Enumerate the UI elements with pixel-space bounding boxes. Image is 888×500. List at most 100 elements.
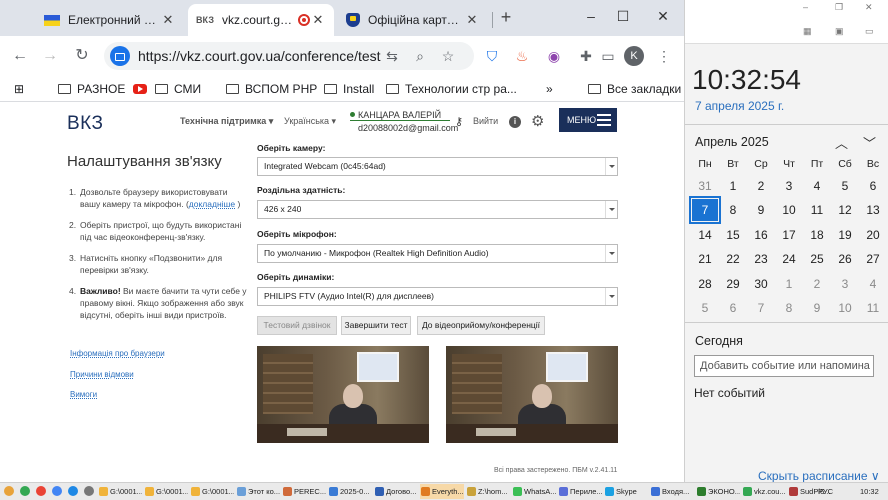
chevron-up-icon[interactable]: ︿ [835,133,848,152]
calendar-day[interactable]: 1 [776,273,802,295]
taskbar-app[interactable]: WhatsA... [512,484,556,499]
bookmark-folder-tech[interactable]: Технологии стр ра... [386,80,517,98]
calendar-day[interactable]: 10 [832,297,858,319]
close-icon[interactable]: ✕ [160,12,176,28]
settings-gears-icon[interactable]: ⚙ [531,112,544,130]
taskbar-app[interactable]: PEREC... [282,484,326,499]
calendar-day[interactable]: 29 [720,273,746,295]
tab-vkz[interactable]: ВКЗ vkz.court.gov.ua ✕ [188,4,334,36]
language-menu[interactable]: Українська ▾ [284,116,336,127]
calendar-day[interactable]: 17 [776,224,802,246]
color-extension-icon[interactable]: ◉ [544,46,564,66]
grid-icon[interactable]: ▦ [803,26,812,37]
taskbar-app[interactable]: Skype [604,484,648,499]
all-bookmarks-folder[interactable]: Все закладки [588,80,681,98]
info-icon[interactable]: i [509,116,521,128]
kebab-menu-icon[interactable]: ⋮ [654,46,674,66]
calendar-day[interactable]: 3 [832,273,858,295]
back-arrow-icon[interactable]: ← [10,46,30,66]
clock-date[interactable]: 7 апреля 2025 г. [695,99,784,113]
user-info[interactable]: КАНЦАРА ВАЛЕРІЙ d20088002d@gmail.com [350,110,458,133]
calendar-day[interactable]: 19 [832,224,858,246]
language-indicator[interactable]: РУС [818,484,833,499]
start-icon[interactable] [4,486,14,496]
test-call-button[interactable]: Тестовий дзвінок [257,316,337,335]
microphone-select[interactable]: По умолчанию - Микрофон (Realtek High De… [257,244,618,263]
extensions-puzzle-icon[interactable]: ✚ [576,46,596,66]
address-bar[interactable]: https://vkz.court.gov.ua/conference/test… [104,42,474,70]
calendar-day[interactable]: 24 [776,248,802,270]
bookmark-star-icon[interactable]: ☆ [438,46,458,66]
speakers-select[interactable]: PHILIPS FTV (Аудио Intel(R) для дисплеев… [257,287,618,306]
shield-extension-icon[interactable]: ⛉ [482,46,502,66]
apps-grid-icon[interactable]: ⊞ [14,80,24,98]
calendar-day[interactable]: 2 [748,175,774,197]
camera-site-icon[interactable] [110,46,130,66]
profile-avatar[interactable]: K [624,46,644,66]
bookmark-folder-raznoe[interactable]: РАЗНОЕ [58,80,125,98]
taskbar-app[interactable]: vkz.cou... [742,484,786,499]
monitor-icon[interactable] [68,486,78,496]
minimize-button[interactable]: – [576,8,606,28]
calendar-day[interactable]: 13 [860,199,886,221]
taskbar-app[interactable]: ЭКОНО... [696,484,740,499]
window-icon[interactable]: ▣ [835,26,844,37]
taskbar-app[interactable]: G:\0001... [98,484,142,499]
calendar-day[interactable]: 25 [804,248,830,270]
bookmarks-overflow-button[interactable]: » [546,80,553,98]
calendar-day[interactable]: 23 [748,248,774,270]
chevron-down-icon[interactable]: ﹀ [863,133,876,152]
pin-icon[interactable]: ▭ [865,26,874,37]
restore-icon[interactable]: ❐ [835,2,843,13]
calendar-day[interactable]: 15 [720,224,746,246]
browser-icon[interactable] [52,486,62,496]
chrome-icon[interactable] [36,486,46,496]
calendar-month[interactable]: Апрель 2025 [695,135,769,149]
to-conference-button[interactable]: До відеоприйому/конференції [417,316,545,335]
calendar-day[interactable]: 12 [832,199,858,221]
camera-select[interactable]: Integrated Webcam (0c45:64ad) [257,157,618,176]
fire-extension-icon[interactable]: ♨ [512,46,532,66]
calendar-day[interactable]: 7 [748,297,774,319]
url-text[interactable]: https://vkz.court.gov.ua/conference/test [138,48,381,64]
requirements-link[interactable]: Вимоги [70,390,97,399]
sidepanel-icon[interactable]: ▭ [598,46,618,66]
new-tab-button[interactable]: + [496,8,516,28]
site-logo[interactable]: ВКЗ [67,113,104,135]
calendar-day[interactable]: 8 [720,199,746,221]
calendar-day[interactable]: 6 [860,175,886,197]
calendar-day[interactable]: 16 [748,224,774,246]
bookmark-folder-php[interactable]: ВСПОМ PHP [226,80,317,98]
calendar-day[interactable]: 4 [804,175,830,197]
calendar-day[interactable]: 26 [832,248,858,270]
taskbar-app[interactable]: Периле... [558,484,602,499]
calendar-day[interactable]: 6 [720,297,746,319]
calendar-day[interactable]: 27 [860,248,886,270]
calendar-day[interactable]: 9 [804,297,830,319]
minimize-icon[interactable]: – [803,2,808,12]
bookmark-folder-install[interactable]: Install [324,80,374,98]
calendar-day[interactable]: 2 [804,273,830,295]
close-icon[interactable]: ✕ [310,12,326,28]
taskbar-app[interactable]: G:\0001... [190,484,234,499]
taskbar-app[interactable]: Входя... [650,484,694,499]
browser-info-link[interactable]: Інформація про браузери [70,349,165,358]
taskbar-app[interactable]: G:\0001... [144,484,188,499]
calendar-day[interactable]: 21 [692,248,718,270]
calendar-day[interactable]: 9 [748,199,774,221]
taskbar-app[interactable]: Everyth... [420,484,464,499]
logout-link[interactable]: Вийти [473,116,498,126]
bookmark-folder-smi[interactable]: СМИ [133,80,201,98]
close-icon[interactable]: ✕ [865,2,873,13]
add-event-input[interactable]: Добавить событие или напомина [694,355,874,377]
taskbar-app[interactable]: Догово... [374,484,418,499]
taskbar-app[interactable]: 2025-0... [328,484,372,499]
close-icon[interactable]: ✕ [464,12,480,28]
taskbar-app[interactable]: Z:\hom... [466,484,510,499]
calendar-day[interactable]: 11 [860,297,886,319]
calendar-day[interactable]: 31 [692,175,718,197]
support-menu[interactable]: Технічна підтримка ▾ [180,116,273,127]
calendar-day[interactable]: 28 [692,273,718,295]
calendar-day[interactable]: 30 [748,273,774,295]
details-link[interactable]: докладніше [189,199,235,209]
